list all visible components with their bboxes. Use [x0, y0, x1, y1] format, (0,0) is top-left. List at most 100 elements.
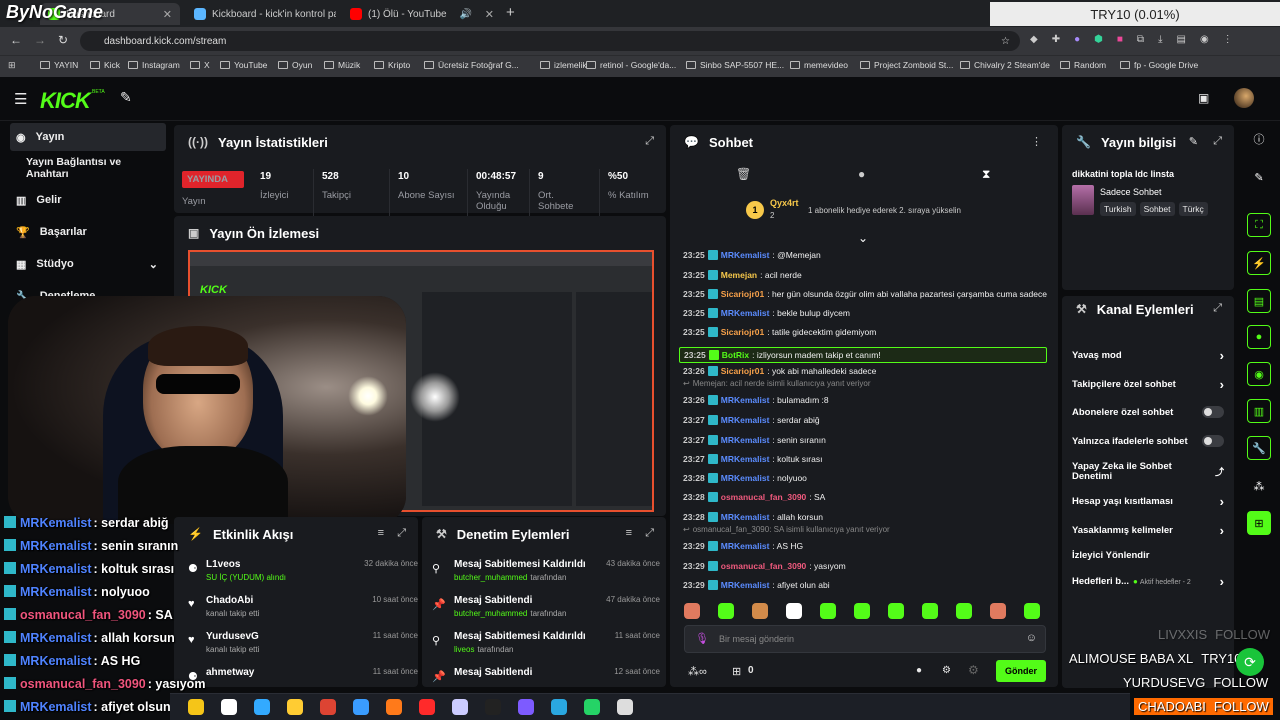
menu-dots-icon[interactable]: ⋮ [1031, 135, 1042, 148]
emote-icon[interactable] [718, 603, 734, 619]
filter-icon[interactable]: ≡ [378, 527, 384, 539]
channel-action-item[interactable]: Yasaklanmış kelimeler › [1072, 523, 1224, 538]
close-icon[interactable]: ✕ [485, 8, 494, 21]
tag[interactable]: Turkish [1100, 202, 1136, 216]
chat-message[interactable]: 23:28 MRKemalist: allah korsun [683, 512, 823, 522]
feed-item[interactable]: ♥ YurdusevG kanalı takip etti 11 saat önce [188, 631, 418, 665]
bookmark-item[interactable]: Sinbo SAP-5507 HE... [686, 60, 784, 70]
kick-logo[interactable]: KICK [40, 88, 91, 114]
chat-username[interactable]: Sicariojr01 [721, 366, 764, 376]
edit-icon[interactable]: ✎ [1247, 165, 1271, 189]
chat-username[interactable]: MRKemalist [721, 580, 770, 590]
bookmark-item[interactable]: fp - Google Drive [1120, 60, 1198, 70]
bookmark-item[interactable]: memevideo [790, 60, 848, 70]
extension-icon[interactable]: ◆ [1030, 34, 1038, 45]
feed-item[interactable]: ♥ ChadoAbi kanalı takip etti 10 saat önce [188, 595, 418, 629]
chat-message[interactable]: 23:25 MRKemalist: @Memejan [683, 250, 821, 260]
channel-action-item[interactable]: Takipçilere özel sohbet › [1072, 377, 1224, 392]
chat-message[interactable]: 23:25 Sicariojr01: her gün olsunda özgür … [683, 289, 1047, 299]
copilot-icon[interactable] [287, 699, 303, 715]
chat-message[interactable]: 23:27 MRKemalist: serdar abiğ [683, 415, 820, 425]
task-view-icon[interactable] [254, 699, 270, 715]
bookmark-item[interactable]: Müzik [324, 60, 360, 70]
firefox-icon[interactable] [419, 699, 435, 715]
chat-input[interactable]: 🎙 Bir mesaj gönderin ☺ [684, 625, 1046, 653]
reload-icon[interactable]: ↻ [58, 33, 68, 47]
emoji-icon[interactable]: ☺ [1026, 632, 1037, 644]
chat-username[interactable]: MRKemalist [721, 435, 770, 445]
bookmark-item[interactable]: Random [1060, 60, 1106, 70]
chat-username[interactable]: MRKemalist [721, 415, 770, 425]
chrome-icon[interactable] [353, 699, 369, 715]
chat-username[interactable]: MRKemalist [721, 250, 770, 260]
chevron-down-icon[interactable]: ⌄ [858, 231, 868, 245]
document-icon[interactable]: ▤ [1247, 289, 1271, 313]
wrench-icon[interactable]: 🔧 [1247, 436, 1271, 460]
chat-username[interactable]: osmanucal_fan_3090 [721, 492, 807, 502]
telegram-icon[interactable] [584, 699, 600, 715]
emote-icon[interactable] [854, 603, 870, 619]
puzzle-icon[interactable]: ⧉ [1137, 34, 1144, 45]
chat-message[interactable]: 23:26 MRKemalist: bulamadım :8 [683, 395, 829, 405]
chat-message[interactable]: 23:29 osmanucal_fan_3090: yasıyom [683, 561, 846, 571]
edit-icon[interactable]: ✎ [1189, 135, 1198, 148]
expand-icon[interactable]: ⤢ [645, 135, 654, 148]
chat-username[interactable]: MRKemalist [721, 454, 770, 464]
speaker-icon[interactable]: 🔊 [459, 9, 471, 20]
tab-youtube[interactable]: (1) Ölü - YouTube 🔊 ✕ [342, 3, 502, 25]
mod-user[interactable]: butcher_muhammed [454, 573, 527, 582]
discord-icon[interactable] [551, 699, 567, 715]
extension-icon[interactable]: ▤ [1176, 34, 1185, 45]
chat-username[interactable]: MRKemalist [721, 395, 770, 405]
filter-icon[interactable]: ≡ [626, 527, 632, 539]
sidebar-item-yayin[interactable]: ◉ Yayın [10, 123, 166, 151]
profile-icon[interactable]: ◉ [1200, 34, 1209, 45]
channel-action-item[interactable]: Yalnızca ifadelerle sohbet [1072, 435, 1224, 447]
chat-username[interactable]: BotRix [722, 350, 749, 360]
chat-bubble-icon[interactable]: ● [916, 665, 922, 676]
url-input[interactable]: dashboard.kick.com/stream ☆ [80, 31, 1020, 51]
opera-icon[interactable] [452, 699, 468, 715]
emote-icon[interactable] [752, 603, 768, 619]
tab-kickboard[interactable]: Kickboard - kick'in kontrol pan✕ [186, 3, 336, 25]
chat-message[interactable]: 23:28 osmanucal_fan_3090: SA [683, 492, 825, 502]
mod-action-item[interactable]: 📌 Mesaj Sabitlendi butcher_muhammed tarafın… [432, 595, 660, 629]
bookmark-item[interactable]: Instagram [128, 60, 180, 70]
chat-username[interactable]: Sicariojr01 [721, 327, 764, 337]
chat-username[interactable]: Memejan [721, 270, 757, 280]
tools-icon[interactable]: ✎ [120, 89, 132, 106]
bookmark-item[interactable]: Project Zomboid St... [860, 60, 953, 70]
bookmark-item[interactable]: Ücretsiz Fotoğraf G... [424, 60, 519, 70]
reply-indicator[interactable]: ↩ Memejan: acil nerde isimli kullanıcıya … [683, 379, 871, 388]
feed-item[interactable]: ⚈ L1veos SU İÇ (YUDUM) alındı 32 dakika önc… [188, 559, 418, 593]
emote-icon[interactable] [956, 603, 972, 619]
outlook-icon[interactable] [386, 699, 402, 715]
emote-icon[interactable] [684, 603, 700, 619]
expand-icon[interactable]: ⤢ [645, 527, 654, 540]
trash-icon[interactable]: 🗑 [736, 167, 751, 181]
widgets-icon[interactable] [188, 699, 204, 715]
chat-username[interactable]: MRKemalist [721, 512, 770, 522]
apps-icon[interactable]: ⊞ [8, 60, 16, 71]
channel-action-item[interactable]: Hesap yaşı kısıtlaması › [1072, 494, 1224, 509]
bookmark-item[interactable]: YAYIN [40, 60, 78, 70]
extension-icon[interactable]: ■ [1117, 34, 1123, 45]
channel-action-item[interactable]: Yapay Zeka ile Sohbet Denetimi ⤴ [1072, 462, 1224, 482]
mod-action-item[interactable]: 📌 Mesaj Sabitlendi 12 saat önce [432, 667, 660, 687]
chat-message[interactable]: 23:25 MRKemalist: bekle bulup diycem [683, 308, 850, 318]
sidebar-item-studyo[interactable]: ▦ Stüdyo ⌄ [10, 250, 166, 278]
bookmark-item[interactable]: X [190, 60, 210, 70]
chat-username[interactable]: MRKemalist [721, 473, 770, 483]
speech-icon[interactable]: ● [858, 167, 865, 181]
chat-message[interactable]: 23:29 MRKemalist: afiyet olun abi [683, 580, 830, 590]
channel-action-item[interactable]: İzleyici Yönlendir [1072, 550, 1224, 561]
mod-action-item[interactable]: ⚲ Mesaj Sabitlemesi Kaldırıldı butcher_muh… [432, 559, 660, 593]
expand-icon[interactable]: ⤢ [1213, 302, 1222, 315]
search-icon[interactable] [221, 699, 237, 715]
menu-icon[interactable]: ☰ [14, 90, 27, 108]
tag[interactable]: Türkç [1178, 202, 1208, 216]
bookmark-item[interactable]: Chivalry 2 Steam'de [960, 60, 1050, 70]
emote-icon[interactable] [888, 603, 904, 619]
chat-username[interactable]: Sicariojr01 [721, 289, 764, 299]
menu-dots-icon[interactable]: ⋮ [1223, 34, 1233, 45]
